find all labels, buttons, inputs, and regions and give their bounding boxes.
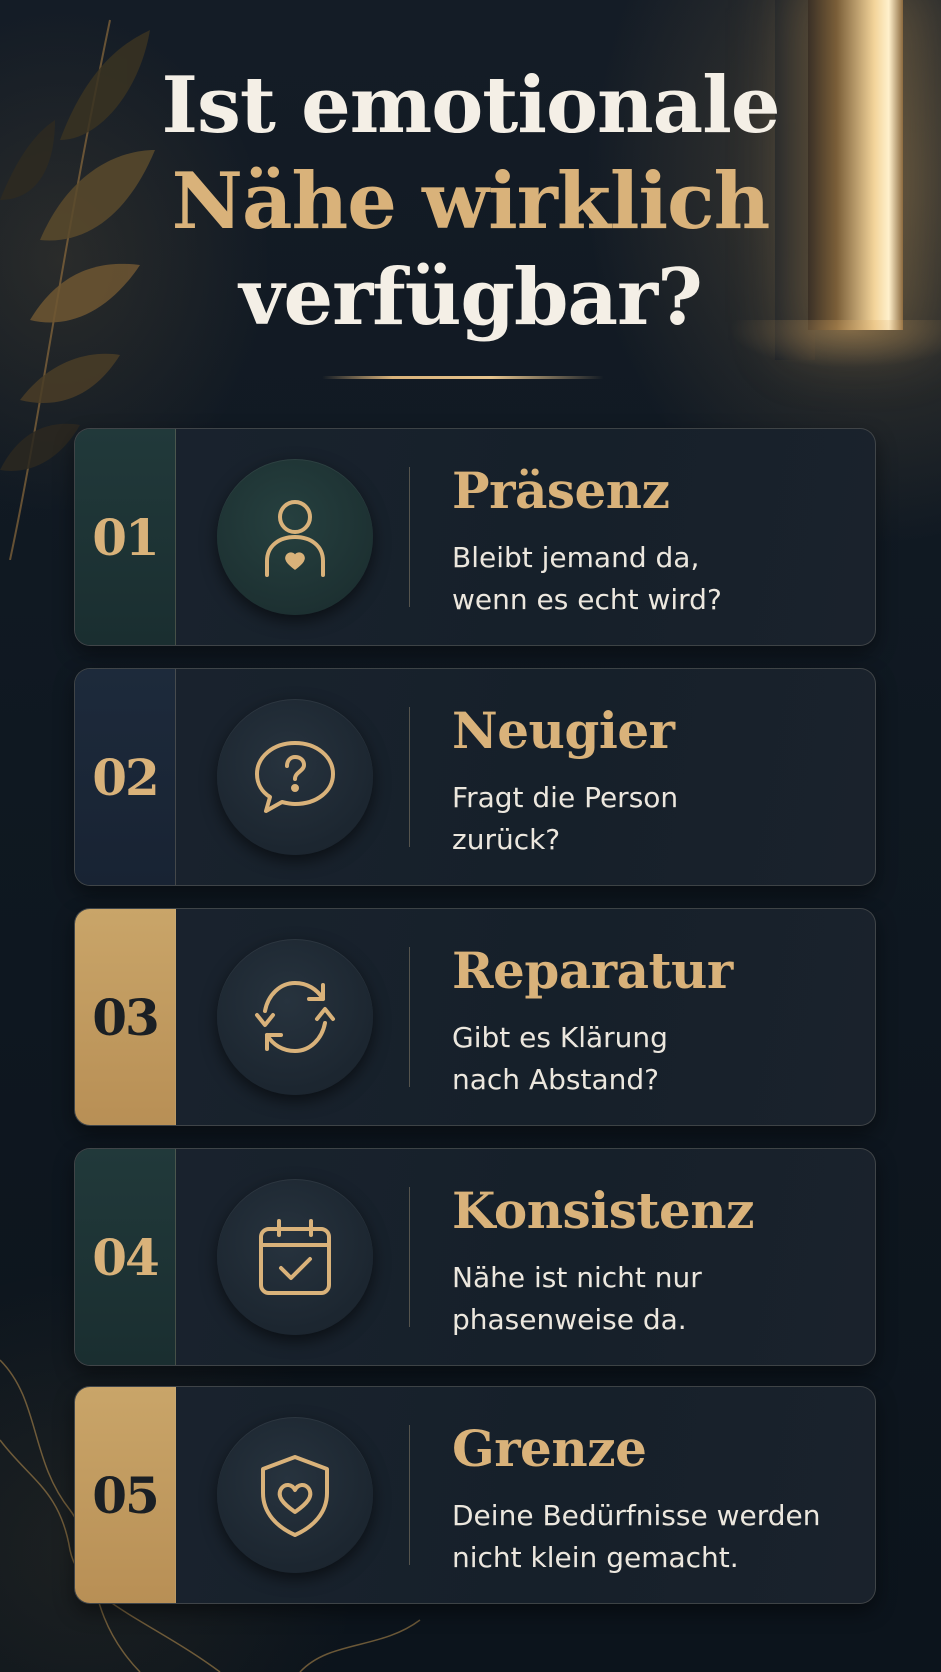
shield-heart-icon (217, 1417, 373, 1573)
title-underline (322, 376, 604, 379)
infographic-page: Ist emotionale Nähe wirklich verfügbar? … (0, 0, 941, 1672)
number-panel: 01 (75, 429, 176, 645)
number-panel: 02 (75, 669, 176, 885)
card-number: 02 (92, 747, 160, 807)
card-title: Neugier (452, 701, 675, 760)
card-number: 04 (92, 1227, 160, 1287)
number-panel: 04 (75, 1149, 176, 1365)
card-number: 05 (92, 1465, 160, 1525)
card-text: Fragt die Person zurück? (452, 781, 679, 856)
calendar-check-icon (217, 1179, 373, 1335)
card-divider (409, 467, 410, 607)
card-text: Bleibt jemand da, wenn es echt wird? (452, 541, 722, 616)
card-divider (409, 947, 410, 1087)
card-grenze: 05 Grenze Deine Bedürfnisse werden nicht… (74, 1386, 876, 1604)
person-heart-icon (217, 459, 373, 615)
card-text: Deine Bedürfnisse werden nicht klein gem… (452, 1499, 821, 1574)
card-number: 03 (92, 987, 160, 1047)
card-praesenz: 01 Präsenz Bleibt jemand da, wenn es ech… (74, 428, 876, 646)
card-title: Grenze (452, 1419, 647, 1478)
refresh-cycle-icon (217, 939, 373, 1095)
title-line-1: Ist emotionale (161, 60, 781, 151)
card-divider (409, 707, 410, 847)
page-title: Ist emotionale Nähe wirklich verfügbar? (0, 58, 941, 346)
title-line-3: verfügbar? (239, 252, 703, 343)
card-number: 01 (92, 507, 160, 567)
card-divider (409, 1425, 410, 1565)
card-reparatur: 03 Reparatur Gibt es Klärung nach Abstan… (74, 908, 876, 1126)
number-panel: 03 (75, 909, 176, 1125)
card-title: Präsenz (452, 461, 670, 520)
card-neugier: 02 Neugier Fragt die Person zurück? (74, 668, 876, 886)
card-text: Gibt es Klärung nach Abstand? (452, 1021, 668, 1096)
card-konsistenz: 04 Konsistenz Nähe ist nicht nur phasenw… (74, 1148, 876, 1366)
card-title: Konsistenz (452, 1181, 755, 1240)
card-divider (409, 1187, 410, 1327)
card-text: Nähe ist nicht nur phasenweise da. (452, 1261, 702, 1336)
question-bubble-icon (217, 699, 373, 855)
number-panel: 05 (75, 1387, 176, 1603)
title-line-2: Nähe wirklich (171, 156, 771, 247)
card-title: Reparatur (452, 941, 733, 1000)
